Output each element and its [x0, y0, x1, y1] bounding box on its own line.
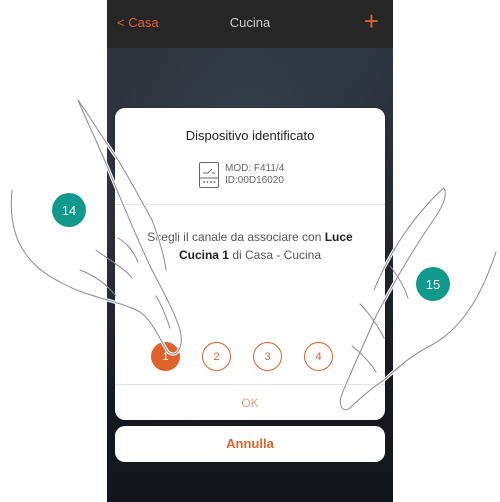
left-hand-illustration — [9, 98, 183, 356]
right-hand-outline — [339, 187, 497, 411]
step-badge-14: 14 — [52, 193, 86, 227]
step-badge-15: 15 — [416, 267, 450, 301]
right-hand-illustration — [338, 186, 498, 412]
hand-illustrations — [9, 98, 498, 412]
